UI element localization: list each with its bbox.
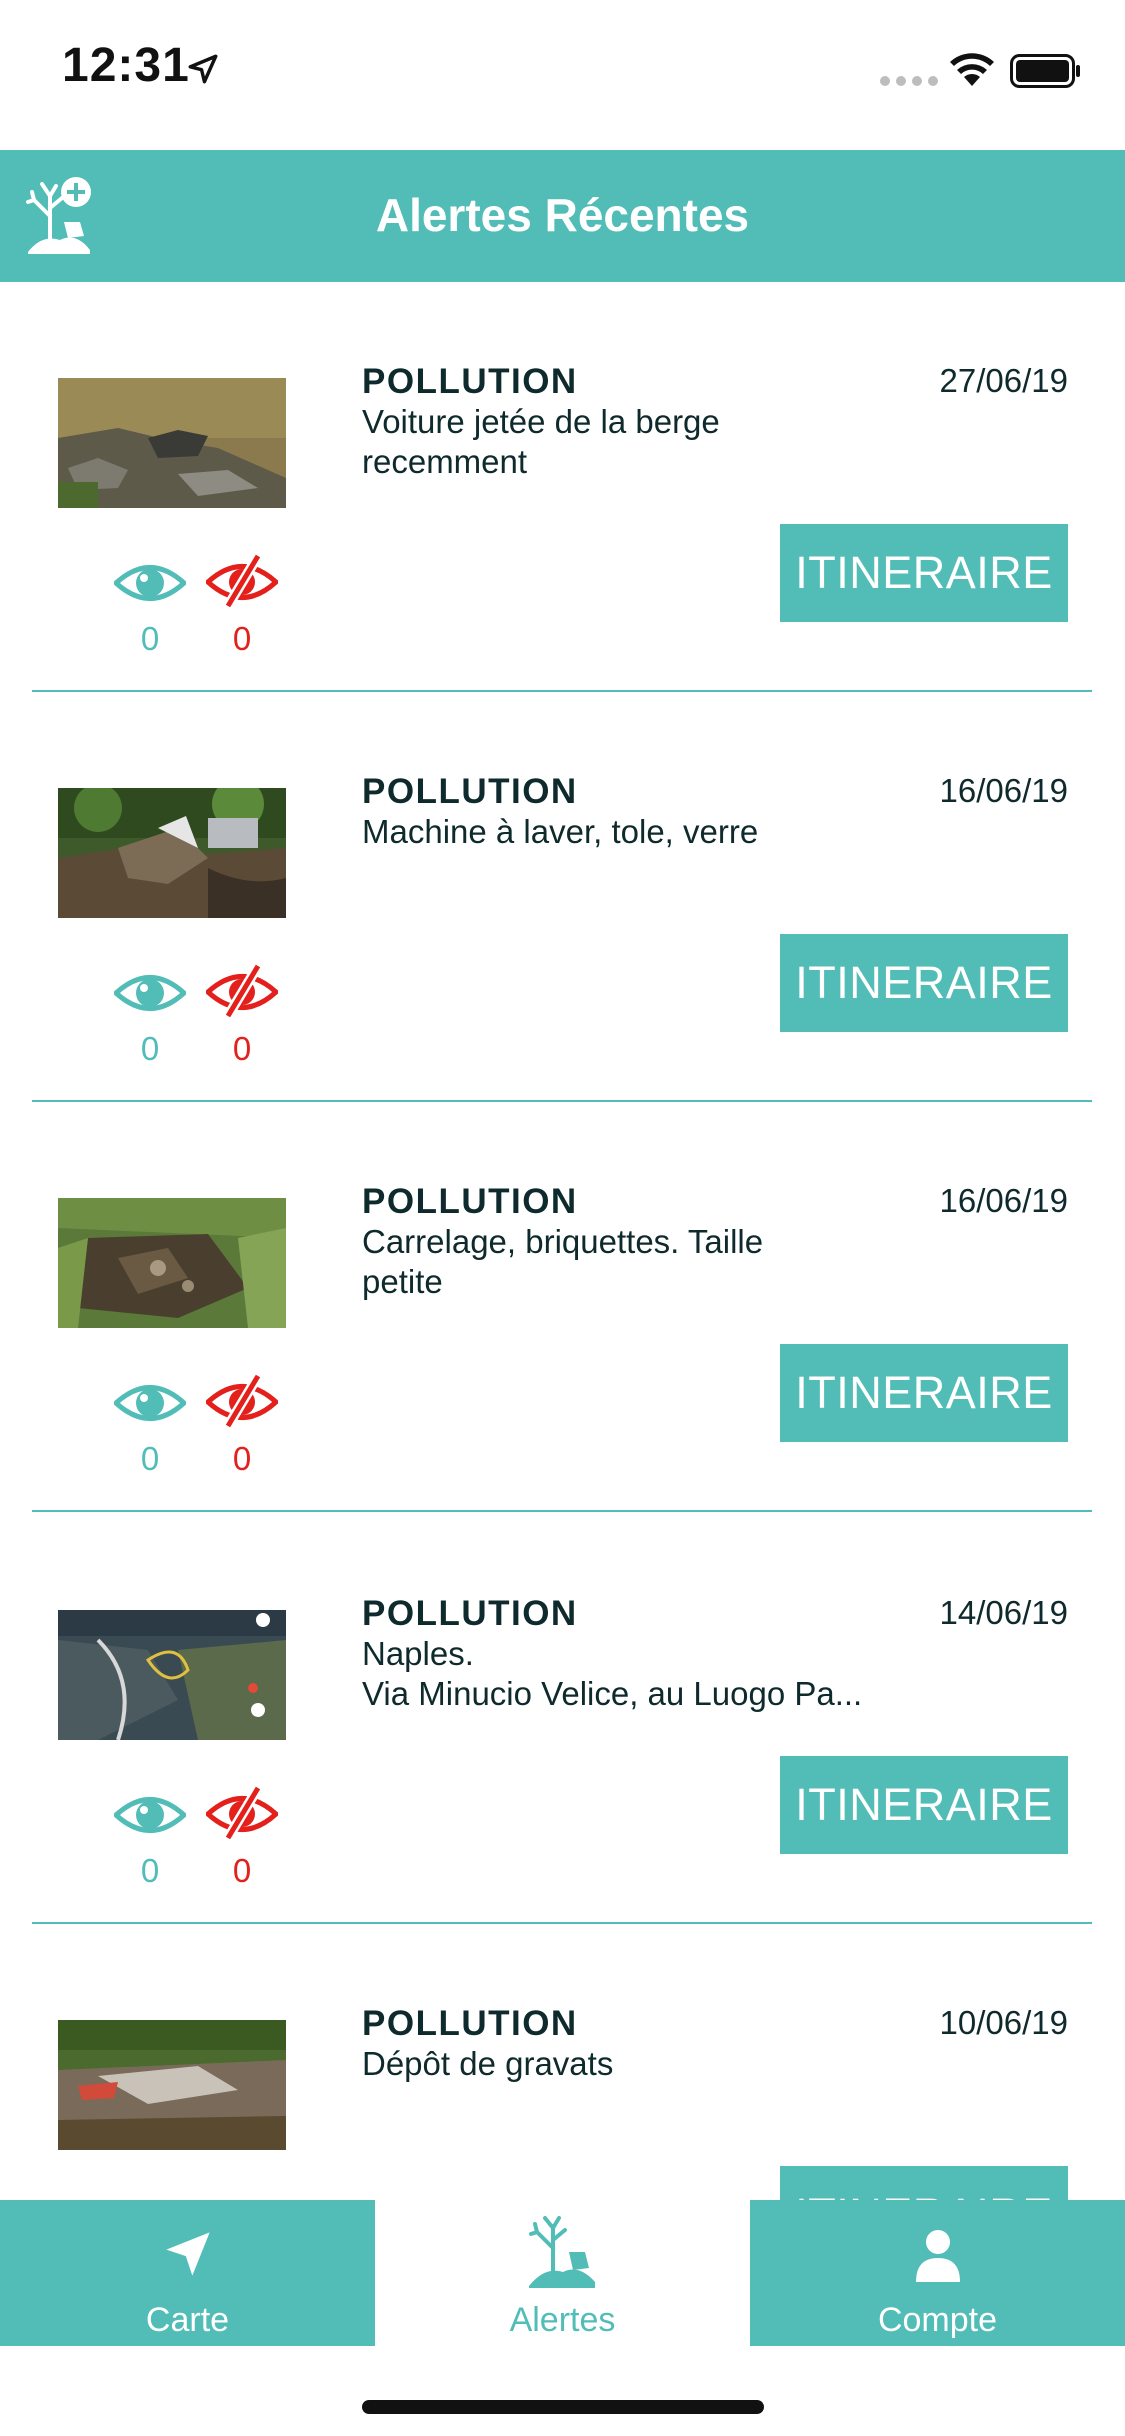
unseen-count: 0 xyxy=(232,1440,252,1477)
navigation-arrow-icon xyxy=(165,2232,210,2276)
alert-category: POLLUTION xyxy=(362,772,578,811)
tab-label: Alertes xyxy=(509,2301,616,2339)
unseen-count: 0 xyxy=(232,620,252,657)
alert-description: Dépôt de gravats xyxy=(362,2045,614,2082)
eye-slash-icon[interactable] xyxy=(206,962,278,1018)
alert-card[interactable]: POLLUTION 14/06/19 Naples. Via Minucio V… xyxy=(0,1514,1125,1924)
eye-icon[interactable] xyxy=(114,1380,186,1426)
battery-icon xyxy=(1010,54,1080,88)
alert-date: 16/06/19 xyxy=(939,1182,1068,1219)
tab-label: Carte xyxy=(145,2301,230,2339)
alert-card[interactable]: POLLUTION 10/06/19 Dépôt de gravats ITIN… xyxy=(0,1924,1125,2200)
alert-card[interactable]: POLLUTION 16/06/19 Machine à laver, tole… xyxy=(0,692,1125,1102)
alert-category: POLLUTION xyxy=(362,1182,578,1221)
itinerary-button[interactable]: ITINERAIRE xyxy=(780,524,1068,622)
alert-description: Voiture jetée de la berge recemment xyxy=(362,403,720,480)
seen-count: 0 xyxy=(140,1852,160,1889)
alert-card[interactable]: POLLUTION 27/06/19 Voiture jetée de la b… xyxy=(0,282,1125,692)
status-time: 12:31 xyxy=(62,39,190,92)
alert-description: Naples. Via Minucio Velice, au Luogo Pa.… xyxy=(362,1635,863,1712)
eye-slash-icon[interactable] xyxy=(206,1372,278,1428)
seen-count: 0 xyxy=(140,620,160,657)
alert-date: 16/06/19 xyxy=(939,772,1068,809)
page-title: Alertes Récentes xyxy=(375,189,750,241)
user-icon xyxy=(915,2230,960,2282)
eye-icon[interactable] xyxy=(114,970,186,1016)
location-arrow-icon xyxy=(188,54,218,84)
itinerary-button[interactable]: ITINERAIRE xyxy=(780,1344,1068,1442)
eye-icon[interactable] xyxy=(114,560,186,606)
alert-photo[interactable] xyxy=(58,1610,286,1740)
tree-alert-icon xyxy=(528,2216,595,2288)
alert-description: Machine à laver, tole, verre xyxy=(362,813,759,850)
tab-carte[interactable]: Carte xyxy=(0,2200,375,2346)
itinerary-button[interactable]: ITINERAIRE xyxy=(780,934,1068,1032)
alert-photo[interactable] xyxy=(58,1198,286,1328)
alert-date: 27/06/19 xyxy=(939,362,1068,399)
alert-category: POLLUTION xyxy=(362,362,578,401)
seen-count: 0 xyxy=(140,1030,160,1067)
alert-card[interactable]: POLLUTION 16/06/19 Carrelage, briquettes… xyxy=(0,1102,1125,1512)
alert-date: 10/06/19 xyxy=(939,2004,1068,2041)
cellular-signal-icon xyxy=(880,76,938,86)
itinerary-button[interactable]: ITINERAIRE xyxy=(780,1756,1068,1854)
eye-slash-icon[interactable] xyxy=(206,552,278,608)
status-bar: 12:31 xyxy=(0,0,1125,150)
alert-photo[interactable] xyxy=(58,378,286,508)
itinerary-button[interactable]: ITINERAIRE xyxy=(780,2166,1068,2200)
divider xyxy=(32,1510,1092,1512)
alert-photo[interactable] xyxy=(58,788,286,918)
wifi-icon xyxy=(950,53,994,86)
eye-slash-icon[interactable] xyxy=(206,1784,278,1840)
seen-count: 0 xyxy=(140,1440,160,1477)
alert-photo[interactable] xyxy=(58,2020,286,2150)
alert-category: POLLUTION xyxy=(362,2004,578,2043)
alert-list[interactable]: POLLUTION 27/06/19 Voiture jetée de la b… xyxy=(0,282,1125,2200)
unseen-count: 0 xyxy=(232,1030,252,1067)
alert-date: 14/06/19 xyxy=(939,1594,1068,1631)
unseen-count: 0 xyxy=(232,1852,252,1889)
alert-category: POLLUTION xyxy=(362,1594,578,1633)
tab-bar: Carte Alertes Compte xyxy=(0,2200,1125,2346)
tab-alertes[interactable]: Alertes xyxy=(375,2200,750,2346)
alert-description: Carrelage, briquettes. Taille petite xyxy=(362,1223,764,1300)
home-indicator[interactable] xyxy=(362,2400,764,2414)
tab-compte[interactable]: Compte xyxy=(750,2200,1125,2346)
app-header: Alertes Récentes xyxy=(0,150,1125,282)
home-area xyxy=(0,2346,1125,2436)
eye-icon[interactable] xyxy=(114,1792,186,1838)
tab-label: Compte xyxy=(877,2301,998,2339)
